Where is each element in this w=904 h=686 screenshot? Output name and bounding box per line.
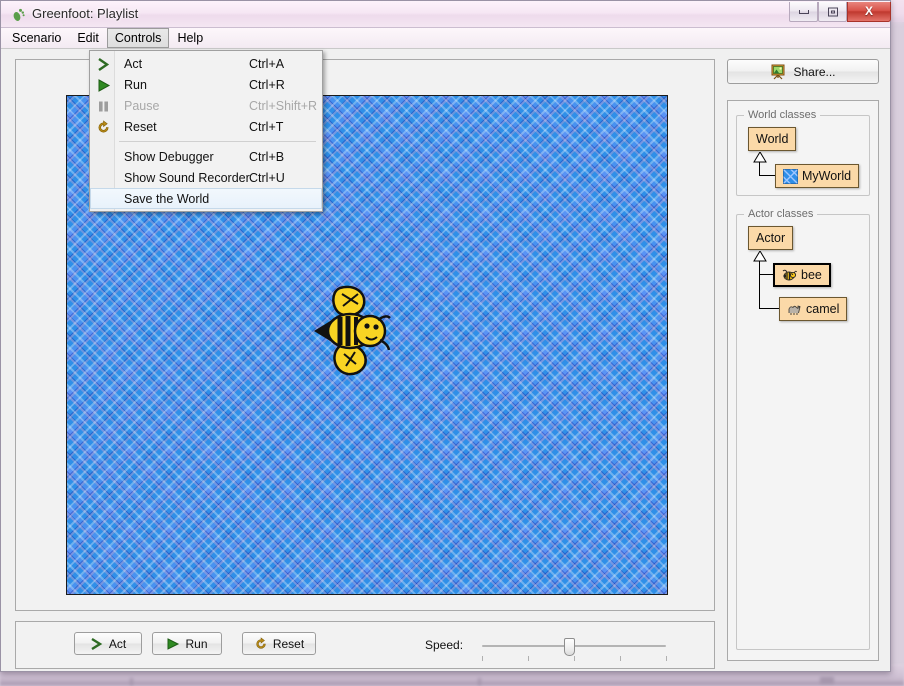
connector-line — [759, 162, 760, 176]
actor-classes-group: Actor classes Actor bee camel — [736, 208, 870, 650]
menu-item-pause-label: Pause — [124, 98, 160, 113]
connector-line — [759, 175, 775, 176]
class-node-bee-label: bee — [801, 268, 822, 282]
menu-separator — [119, 141, 316, 142]
menu-bar: Scenario Edit Controls Help — [1, 28, 890, 49]
menu-item-show-debugger-accel: Ctrl+B — [249, 149, 285, 164]
run-button-label: Run — [185, 636, 208, 651]
menu-controls[interactable]: Controls — [106, 28, 170, 48]
window-title: Greenfoot: Playlist — [32, 6, 139, 21]
class-node-bee[interactable]: bee — [773, 263, 831, 287]
class-node-myworld-label: MyWorld — [802, 169, 852, 183]
menu-item-reset-accel: Ctrl+T — [249, 119, 284, 134]
class-node-myworld[interactable]: MyWorld — [775, 164, 860, 188]
class-node-camel[interactable]: camel — [779, 297, 848, 321]
close-icon: X — [864, 4, 873, 18]
reset-button-label: Reset — [272, 636, 305, 651]
connector-line — [759, 261, 760, 309]
act-button-label: Act — [108, 636, 127, 651]
class-node-world[interactable]: World — [748, 127, 797, 151]
menu-item-act[interactable]: Act Ctrl+A — [90, 53, 322, 74]
title-bar: Greenfoot: Playlist X — [1, 1, 891, 28]
bee-icon — [782, 269, 797, 280]
speed-label: Speed: — [425, 638, 464, 652]
class-browser: World classes World MyWorld Actor classe… — [727, 100, 879, 661]
menu-item-show-debugger[interactable]: Show Debugger Ctrl+B — [90, 146, 322, 167]
menu-scenario[interactable]: Scenario — [4, 28, 69, 48]
connector-line — [759, 308, 779, 309]
class-node-world-label: World — [756, 132, 789, 146]
maximize-button[interactable] — [818, 2, 847, 22]
act-chevron-icon — [91, 637, 103, 650]
reset-refresh-icon — [256, 636, 266, 649]
menu-item-show-sound-recorder-accel: Ctrl+U — [249, 170, 285, 185]
share-button-label: Share... — [793, 64, 836, 79]
act-button[interactable]: Act — [74, 632, 142, 655]
speed-slider[interactable] — [474, 636, 674, 662]
share-button[interactable]: Share... — [727, 59, 879, 84]
world-classes-group: World classes World MyWorld — [736, 109, 870, 196]
menu-edit[interactable]: Edit — [69, 28, 107, 48]
menu-item-reset[interactable]: Reset Ctrl+T — [90, 116, 322, 137]
greenfoot-main-window: Greenfoot: Playlist X Scenario Edit Cont… — [0, 0, 891, 672]
run-play-icon — [98, 79, 111, 92]
run-button[interactable]: Run — [152, 632, 222, 655]
class-node-actor[interactable]: Actor — [748, 226, 794, 250]
menu-item-pause-accel: Ctrl+Shift+R — [249, 98, 318, 113]
bee-actor[interactable] — [310, 284, 392, 378]
menu-item-act-accel: Ctrl+A — [249, 56, 285, 71]
menu-item-save-the-world-label: Save the World — [124, 191, 210, 206]
menu-item-reset-label: Reset — [124, 119, 157, 134]
inheritance-arrow-icon — [753, 251, 767, 262]
controls-dropdown-menu: Act Ctrl+A Run Ctrl+R Pause Ctrl+Shift+R… — [89, 50, 323, 212]
menu-item-show-debugger-label: Show Debugger — [124, 149, 214, 164]
menu-item-show-sound-recorder[interactable]: Show Sound Recorder Ctrl+U — [90, 167, 322, 188]
class-node-actor-label: Actor — [756, 231, 786, 245]
menu-item-act-label: Act — [124, 56, 143, 71]
close-button[interactable]: X — [847, 2, 891, 22]
menu-item-run-accel: Ctrl+R — [249, 77, 285, 92]
actor-classes-title: Actor classes — [744, 208, 818, 220]
reset-button[interactable]: Reset — [242, 632, 316, 655]
sidebar: Share... World classes World MyWorld Act… — [727, 59, 879, 661]
inheritance-arrow-icon — [753, 152, 767, 163]
control-bar: Act Run Reset Speed: — [15, 621, 715, 669]
menu-item-show-sound-recorder-label: Show Sound Recorder — [124, 170, 250, 185]
camel-icon — [788, 305, 801, 315]
slider-thumb[interactable] — [564, 638, 575, 656]
pause-icon — [99, 101, 108, 112]
act-chevron-icon — [98, 58, 110, 71]
easel-share-icon — [771, 64, 785, 79]
myworld-thumbnail-icon — [783, 168, 798, 184]
menu-item-save-the-world[interactable]: Save the World — [90, 188, 322, 209]
greenfoot-footprint-icon — [13, 8, 25, 21]
menu-help[interactable]: Help — [169, 28, 211, 48]
menu-item-run[interactable]: Run Ctrl+R — [90, 74, 322, 95]
minimize-button[interactable] — [789, 2, 818, 22]
class-node-camel-label: camel — [806, 302, 840, 316]
menu-item-pause: Pause Ctrl+Shift+R — [90, 95, 322, 116]
run-play-icon — [167, 637, 180, 650]
menu-item-run-label: Run — [124, 77, 147, 92]
world-classes-title: World classes — [744, 109, 821, 121]
connector-line — [759, 274, 773, 275]
reset-refresh-icon — [98, 120, 109, 133]
